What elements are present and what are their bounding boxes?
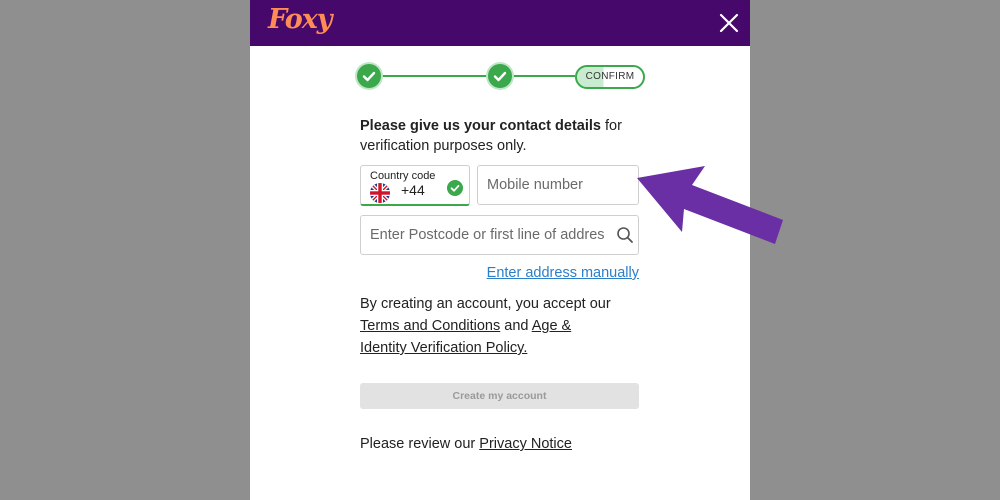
step-connector: [381, 75, 488, 77]
step-confirm: CONFIRM: [575, 65, 645, 89]
terms-text: By creating an account, you accept our T…: [360, 293, 620, 359]
terms-prefix: By creating an account, you accept our: [360, 296, 611, 312]
check-icon: [362, 71, 376, 82]
create-account-button[interactable]: Create my account: [360, 383, 639, 409]
intro-bold: Please give us your contact details: [360, 118, 601, 134]
intro-text: Please give us your contact details for …: [360, 116, 650, 156]
country-code-label: Country code: [370, 170, 436, 182]
mobile-number-input[interactable]: [477, 165, 639, 205]
enter-address-manually-link[interactable]: Enter address manually: [481, 265, 639, 281]
step-complete-2: [488, 64, 512, 88]
step-complete-1: [357, 64, 381, 88]
check-circle-icon: [447, 180, 463, 196]
annotation-arrow-icon: [637, 166, 783, 244]
terms-link[interactable]: Terms and Conditions: [360, 318, 500, 334]
country-code-selector[interactable]: Country code +44: [360, 165, 470, 206]
signup-modal: Foxy CONFIRM Please give us your contact…: [250, 0, 750, 500]
progress-stepper: CONFIRM: [250, 0, 750, 100]
privacy-notice-link[interactable]: Privacy Notice: [479, 436, 572, 452]
check-icon: [493, 71, 507, 82]
uk-flag-icon: [370, 183, 390, 203]
privacy-text: Please review our Privacy Notice: [360, 436, 572, 452]
terms-middle: and: [500, 318, 532, 334]
country-code-value: +44: [401, 182, 425, 198]
step-connector: [512, 75, 575, 77]
postcode-search-input[interactable]: [360, 215, 639, 255]
privacy-prefix: Please review our: [360, 436, 480, 452]
